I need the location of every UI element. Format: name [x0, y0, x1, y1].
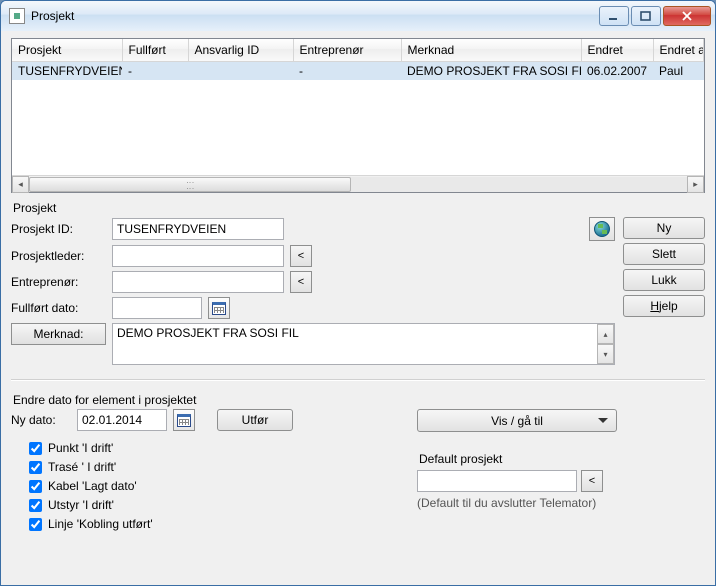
default-prosjekt-input[interactable] — [417, 470, 577, 492]
maximize-button[interactable] — [631, 6, 661, 26]
table-row[interactable]: TUSENFRYDVEIEN--DEMO PROSJEKT FRA SOSI F… — [12, 61, 704, 80]
entreprenor-pick-button[interactable] — [290, 271, 312, 293]
vis-ga-til-dropdown[interactable]: Vis / gå til — [417, 409, 617, 432]
nydato-input[interactable] — [77, 409, 167, 431]
checkbox[interactable] — [29, 499, 42, 512]
merknad-button[interactable]: Merknad: — [11, 323, 106, 345]
checkbox-item[interactable]: Kabel 'Lagt dato' — [29, 479, 391, 493]
scroll-right-button[interactable]: ▸ — [687, 176, 704, 193]
chevron-down-icon — [598, 418, 608, 423]
project-table[interactable]: ProsjektFullførtAnsvarlig IDEntreprenørM… — [11, 38, 705, 193]
column-header[interactable]: Entreprenør — [293, 39, 401, 61]
default-prosjekt-label: Default prosjekt — [419, 452, 705, 466]
separator — [11, 379, 705, 381]
prosjektleder-label: Prosjektleder: — [11, 249, 106, 263]
prosjekt-id-input[interactable] — [112, 218, 284, 240]
checkbox[interactable] — [29, 442, 42, 455]
titlebar[interactable]: Prosjekt — [1, 1, 715, 31]
app-icon — [9, 8, 25, 24]
merknad-spin-down[interactable]: ▾ — [597, 344, 614, 364]
default-prosjekt-hint: (Default til du avslutter Telemator) — [417, 496, 705, 510]
merknad-text: DEMO PROSJEKT FRA SOSI FIL — [117, 326, 299, 340]
lower-legend: Endre dato for element i prosjektet — [11, 391, 705, 409]
window: Prosjekt ProsjektFullførtAnsvarlig IDEnt… — [0, 0, 716, 586]
scroll-thumb[interactable] — [29, 177, 351, 192]
checkbox[interactable] — [29, 461, 42, 474]
entreprenor-label: Entreprenør: — [11, 275, 106, 289]
calendar-icon — [177, 414, 191, 427]
checkbox-item[interactable]: Punkt 'I drift' — [29, 441, 391, 455]
window-title: Prosjekt — [31, 9, 599, 23]
fullfort-calendar-button[interactable] — [208, 297, 230, 319]
globe-button[interactable] — [589, 217, 615, 241]
form-legend: Prosjekt — [11, 199, 615, 217]
hjelp-button[interactable]: Hjelp — [623, 295, 705, 317]
checkbox-item[interactable]: Utstyr 'I drift' — [29, 498, 391, 512]
checkbox[interactable] — [29, 518, 42, 531]
ny-button[interactable]: Ny — [623, 217, 705, 239]
minimize-button[interactable] — [599, 6, 629, 26]
fullfort-input[interactable] — [112, 297, 202, 319]
column-header[interactable]: Merknad — [401, 39, 581, 61]
calendar-icon — [212, 302, 226, 315]
checkbox[interactable] — [29, 480, 42, 493]
column-header[interactable]: Ansvarlig ID — [188, 39, 293, 61]
entreprenor-input[interactable] — [112, 271, 284, 293]
nydato-calendar-button[interactable] — [173, 409, 195, 431]
utfor-button[interactable]: Utfør — [217, 409, 293, 431]
column-header[interactable]: Endret a — [653, 39, 704, 61]
column-header[interactable]: Prosjekt — [12, 39, 122, 61]
checkbox-item[interactable]: Linje 'Kobling utført' — [29, 517, 391, 531]
scroll-left-button[interactable]: ◂ — [12, 176, 29, 193]
prosjektleder-pick-button[interactable] — [290, 245, 312, 267]
prosjektleder-input[interactable] — [112, 245, 284, 267]
slett-button[interactable]: Slett — [623, 243, 705, 265]
lukk-button[interactable]: Lukk — [623, 269, 705, 291]
dropdown-label: Vis / gå til — [491, 414, 543, 428]
checkbox-item[interactable]: Trasé ' I drift' — [29, 460, 391, 474]
merknad-textarea[interactable]: DEMO PROSJEKT FRA SOSI FIL ▴▾ — [112, 323, 615, 365]
prosjekt-id-label: Prosjekt ID: — [11, 222, 106, 236]
fullfort-label: Fullført dato: — [11, 301, 106, 315]
horizontal-scrollbar[interactable]: ◂ ▸ — [12, 175, 704, 192]
default-prosjekt-pick-button[interactable] — [581, 470, 603, 492]
merknad-spin-up[interactable]: ▴ — [597, 324, 614, 344]
column-header[interactable]: Fullført — [122, 39, 188, 61]
close-button[interactable] — [663, 6, 711, 26]
column-header[interactable]: Endret — [581, 39, 653, 61]
globe-icon — [594, 221, 610, 237]
nydato-label: Ny dato: — [11, 413, 71, 427]
